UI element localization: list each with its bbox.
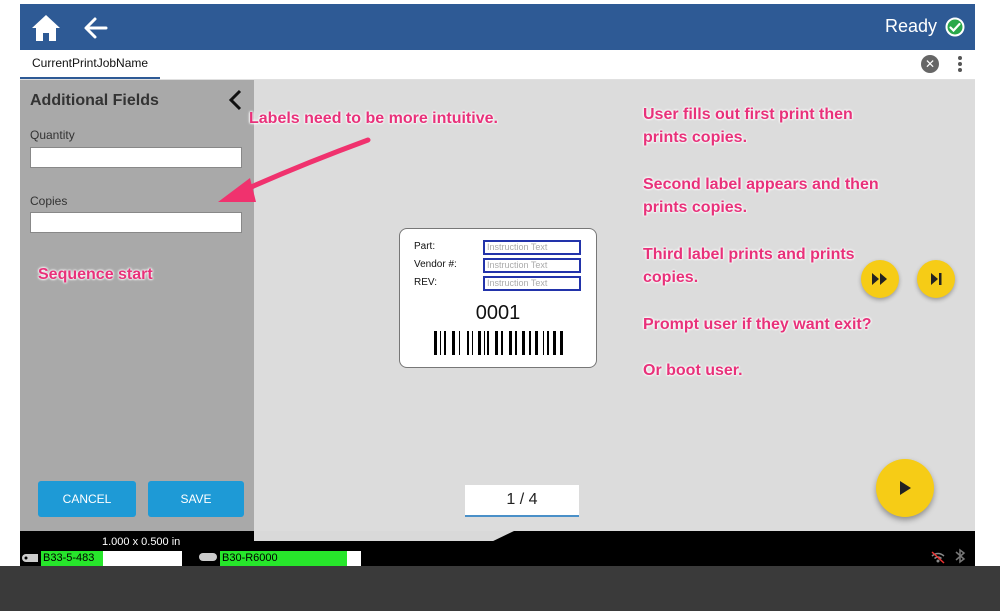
outer-background: [0, 566, 1000, 611]
page-indicator: 1 / 4: [465, 485, 579, 517]
bluetooth-icon: [955, 548, 966, 564]
annotation-note1-line1: User fills out first print then: [643, 106, 853, 123]
ribbon-roll-icon: [199, 553, 217, 561]
status-text: Ready: [884, 16, 937, 36]
home-icon[interactable]: [30, 13, 62, 43]
check-circle-icon: [945, 17, 965, 36]
annotation-note3-line1: Third label prints and prints: [643, 246, 855, 263]
fast-forward-icon: [872, 273, 887, 285]
skip-to-end-button[interactable]: [917, 260, 955, 298]
label-field-vendor: Vendor #:: [414, 259, 457, 270]
instruction-text-rev[interactable]: Instruction Text: [483, 276, 581, 291]
annotation-note2-line2: prints copies.: [643, 199, 748, 216]
instruction-text-vendor[interactable]: Instruction Text: [483, 258, 581, 273]
annotation-labels-note: Labels need to be more intuitive.: [249, 110, 498, 127]
panel-title: Additional Fields: [30, 92, 159, 109]
quantity-label: Quantity: [30, 128, 75, 142]
annotation-note5: Or boot user.: [643, 362, 743, 379]
top-bar: Ready: [20, 4, 975, 50]
label-roll-icon: [22, 554, 38, 562]
more-options-icon[interactable]: [957, 54, 963, 74]
copies-label: Copies: [30, 194, 68, 208]
copies-input[interactable]: [30, 212, 242, 233]
annotation-note3-line2: copies.: [643, 269, 699, 286]
label-field-part: Part:: [414, 241, 436, 252]
back-arrow-icon[interactable]: [82, 14, 110, 42]
label-preview-card: Part: Instruction Text Vendor #: Instruc…: [399, 228, 597, 368]
annotation-note4: Prompt user if they want exit?: [643, 316, 872, 333]
tab-current-print-job[interactable]: CurrentPrintJobName: [20, 50, 161, 79]
annotation-note1-line2: prints copies.: [643, 129, 748, 146]
wifi-off-icon: [931, 551, 945, 564]
cancel-button[interactable]: CANCEL: [38, 481, 136, 517]
ribbon-id: B30-R6000: [222, 552, 278, 564]
printer-app: Ready CurrentPrintJobName ✕ Additional F…: [20, 4, 975, 566]
barcode: [434, 331, 563, 355]
tab-bar: CurrentPrintJobName ✕: [20, 50, 975, 80]
fast-forward-button[interactable]: [861, 260, 899, 298]
printer-status: Ready: [885, 16, 965, 37]
screenshot-frame: Ready CurrentPrintJobName ✕ Additional F…: [0, 0, 1000, 611]
label-field-rev: REV:: [414, 277, 437, 288]
print-play-button[interactable]: [876, 459, 934, 517]
instruction-text-part[interactable]: Instruction Text: [483, 240, 581, 255]
annotation-arrow: [218, 137, 371, 202]
serial-number: 0001: [475, 302, 521, 324]
annotation-note2-line1: Second label appears and then: [643, 176, 879, 193]
status-bar-notch: [254, 531, 514, 541]
label-supply-gauge: B33-5-483: [41, 551, 182, 566]
annotation-sequence-start: Sequence start: [38, 266, 153, 283]
ribbon-supply-gauge: B30-R6000: [220, 551, 361, 566]
label-cartridge-id: B33-5-483: [43, 552, 95, 564]
save-button[interactable]: SAVE: [148, 481, 244, 517]
play-icon: [900, 481, 911, 495]
label-dimensions: 1.000 x 0.500 in: [102, 536, 181, 548]
collapse-chevron-icon[interactable]: [226, 88, 246, 112]
close-tab-icon[interactable]: ✕: [921, 55, 939, 73]
skip-end-icon: [931, 273, 942, 285]
